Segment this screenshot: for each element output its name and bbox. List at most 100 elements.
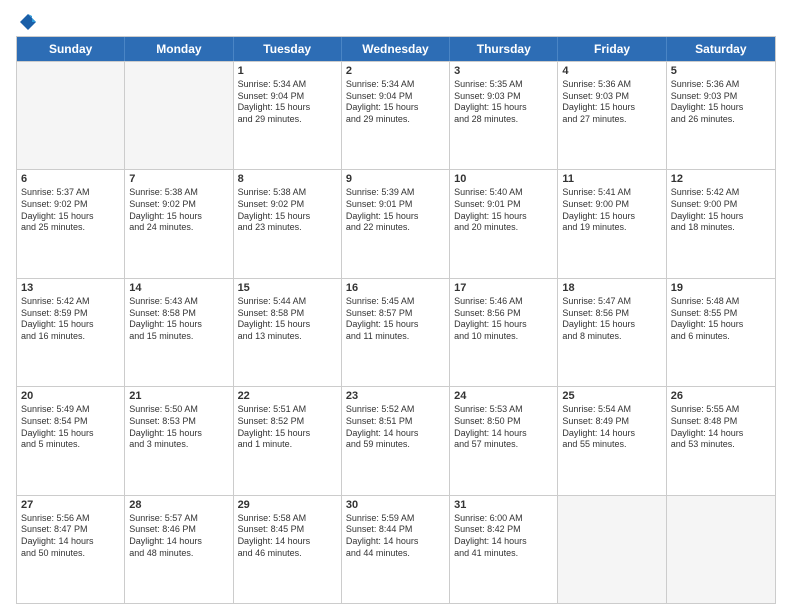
header-day: Tuesday xyxy=(234,37,342,61)
calendar-body: 1 Sunrise: 5:34 AM Sunset: 9:04 PM Daylig… xyxy=(17,61,775,603)
day-number: 15 xyxy=(238,282,337,294)
day-number: 8 xyxy=(238,173,337,185)
calendar-cell: 12Sunrise: 5:42 AM Sunset: 9:00 PM Dayli… xyxy=(667,170,775,277)
day-number: 29 xyxy=(238,499,337,511)
cell-info: Sunrise: 5:44 AM Sunset: 8:58 PM Dayligh… xyxy=(238,296,337,343)
calendar-cell: 22Sunrise: 5:51 AM Sunset: 8:52 PM Dayli… xyxy=(234,387,342,494)
calendar-cell: 14 Sunrise: 5:43 AM Sunset: 8:58 PM Dayli… xyxy=(125,279,233,386)
calendar-cell: 1 Sunrise: 5:34 AM Sunset: 9:04 PM Daylig… xyxy=(234,62,342,169)
day-number: 7 xyxy=(129,173,228,185)
cell-info: Sunrise: 5:57 AM Sunset: 8:46 PM Dayligh… xyxy=(129,513,228,560)
day-number: 31 xyxy=(454,499,553,511)
cell-info: Sunrise: 5:50 AM Sunset: 8:53 PM Dayligh… xyxy=(129,404,228,451)
day-number: 20 xyxy=(21,390,120,402)
day-number: 1 xyxy=(238,65,337,77)
day-number: 23 xyxy=(346,390,445,402)
cell-info: Sunrise: 5:34 AM Sunset: 9:04 PM Dayligh… xyxy=(346,79,445,126)
calendar-cell: 15 Sunrise: 5:44 AM Sunset: 8:58 PM Dayli… xyxy=(234,279,342,386)
calendar-cell: 9 Sunrise: 5:39 AM Sunset: 9:01 PM Daylig… xyxy=(342,170,450,277)
calendar-cell: 6 Sunrise: 5:37 AM Sunset: 9:02 PM Daylig… xyxy=(17,170,125,277)
calendar-cell: 31 Sunrise: 6:00 AM Sunset: 8:42 PM Dayli… xyxy=(450,496,558,603)
day-number: 6 xyxy=(21,173,120,185)
cell-info: Sunrise: 6:00 AM Sunset: 8:42 PM Dayligh… xyxy=(454,513,553,560)
day-number: 13 xyxy=(21,282,120,294)
calendar-cell: 28Sunrise: 5:57 AM Sunset: 8:46 PM Dayli… xyxy=(125,496,233,603)
cell-info: Sunrise: 5:35 AM Sunset: 9:03 PM Dayligh… xyxy=(454,79,553,126)
calendar-cell xyxy=(17,62,125,169)
cell-info: Sunrise: 5:58 AM Sunset: 8:45 PM Dayligh… xyxy=(238,513,337,560)
cell-info: Sunrise: 5:52 AM Sunset: 8:51 PM Dayligh… xyxy=(346,404,445,451)
header-day: Friday xyxy=(558,37,666,61)
day-number: 18 xyxy=(562,282,661,294)
logo-icon xyxy=(18,12,38,32)
day-number: 4 xyxy=(562,65,661,77)
day-number: 2 xyxy=(346,65,445,77)
cell-info: Sunrise: 5:42 AM Sunset: 9:00 PM Dayligh… xyxy=(671,187,771,234)
cell-info: Sunrise: 5:38 AM Sunset: 9:02 PM Dayligh… xyxy=(129,187,228,234)
calendar-cell: 3 Sunrise: 5:35 AM Sunset: 9:03 PM Daylig… xyxy=(450,62,558,169)
cell-info: Sunrise: 5:47 AM Sunset: 8:56 PM Dayligh… xyxy=(562,296,661,343)
calendar-cell: 4 Sunrise: 5:36 AM Sunset: 9:03 PM Daylig… xyxy=(558,62,666,169)
day-number: 25 xyxy=(562,390,661,402)
cell-info: Sunrise: 5:46 AM Sunset: 8:56 PM Dayligh… xyxy=(454,296,553,343)
day-number: 9 xyxy=(346,173,445,185)
calendar-cell: 8 Sunrise: 5:38 AM Sunset: 9:02 PM Daylig… xyxy=(234,170,342,277)
cell-info: Sunrise: 5:38 AM Sunset: 9:02 PM Dayligh… xyxy=(238,187,337,234)
cell-info: Sunrise: 5:55 AM Sunset: 8:48 PM Dayligh… xyxy=(671,404,771,451)
calendar-cell xyxy=(125,62,233,169)
cell-info: Sunrise: 5:53 AM Sunset: 8:50 PM Dayligh… xyxy=(454,404,553,451)
cell-info: Sunrise: 5:37 AM Sunset: 9:02 PM Dayligh… xyxy=(21,187,120,234)
calendar-cell: 2 Sunrise: 5:34 AM Sunset: 9:04 PM Daylig… xyxy=(342,62,450,169)
calendar-cell xyxy=(667,496,775,603)
cell-info: Sunrise: 5:41 AM Sunset: 9:00 PM Dayligh… xyxy=(562,187,661,234)
cell-info: Sunrise: 5:36 AM Sunset: 9:03 PM Dayligh… xyxy=(671,79,771,126)
calendar-cell: 26 Sunrise: 5:55 AM Sunset: 8:48 PM Dayli… xyxy=(667,387,775,494)
calendar-cell: 23 Sunrise: 5:52 AM Sunset: 8:51 PM Dayli… xyxy=(342,387,450,494)
day-number: 27 xyxy=(21,499,120,511)
cell-info: Sunrise: 5:48 AM Sunset: 8:55 PM Dayligh… xyxy=(671,296,771,343)
calendar-cell: 17Sunrise: 5:46 AM Sunset: 8:56 PM Dayli… xyxy=(450,279,558,386)
cell-info: Sunrise: 5:40 AM Sunset: 9:01 PM Dayligh… xyxy=(454,187,553,234)
calendar-cell: 20 Sunrise: 5:49 AM Sunset: 8:54 PM Dayli… xyxy=(17,387,125,494)
header-day: Thursday xyxy=(450,37,558,61)
day-number: 21 xyxy=(129,390,228,402)
day-number: 14 xyxy=(129,282,228,294)
calendar-cell xyxy=(558,496,666,603)
logo-text xyxy=(16,12,38,32)
page: SundayMondayTuesdayWednesdayThursdayFrid… xyxy=(0,0,792,612)
day-number: 11 xyxy=(562,173,661,185)
logo xyxy=(16,12,38,28)
header-day: Sunday xyxy=(17,37,125,61)
calendar-cell: 10 Sunrise: 5:40 AM Sunset: 9:01 PM Dayli… xyxy=(450,170,558,277)
calendar-row: 13 Sunrise: 5:42 AM Sunset: 8:59 PM Dayli… xyxy=(17,278,775,386)
cell-info: Sunrise: 5:49 AM Sunset: 8:54 PM Dayligh… xyxy=(21,404,120,451)
day-number: 19 xyxy=(671,282,771,294)
cell-info: Sunrise: 5:39 AM Sunset: 9:01 PM Dayligh… xyxy=(346,187,445,234)
day-number: 30 xyxy=(346,499,445,511)
header xyxy=(16,12,776,28)
cell-info: Sunrise: 5:51 AM Sunset: 8:52 PM Dayligh… xyxy=(238,404,337,451)
calendar-cell: 27Sunrise: 5:56 AM Sunset: 8:47 PM Dayli… xyxy=(17,496,125,603)
day-number: 3 xyxy=(454,65,553,77)
calendar-cell: 7 Sunrise: 5:38 AM Sunset: 9:02 PM Daylig… xyxy=(125,170,233,277)
calendar-cell: 11 Sunrise: 5:41 AM Sunset: 9:00 PM Dayli… xyxy=(558,170,666,277)
day-number: 10 xyxy=(454,173,553,185)
cell-info: Sunrise: 5:36 AM Sunset: 9:03 PM Dayligh… xyxy=(562,79,661,126)
calendar-row: 27Sunrise: 5:56 AM Sunset: 8:47 PM Dayli… xyxy=(17,495,775,603)
header-day: Saturday xyxy=(667,37,775,61)
header-day: Wednesday xyxy=(342,37,450,61)
calendar-row: 20 Sunrise: 5:49 AM Sunset: 8:54 PM Dayli… xyxy=(17,386,775,494)
cell-info: Sunrise: 5:42 AM Sunset: 8:59 PM Dayligh… xyxy=(21,296,120,343)
calendar-row: 1 Sunrise: 5:34 AM Sunset: 9:04 PM Daylig… xyxy=(17,61,775,169)
calendar: SundayMondayTuesdayWednesdayThursdayFrid… xyxy=(16,36,776,604)
cell-info: Sunrise: 5:43 AM Sunset: 8:58 PM Dayligh… xyxy=(129,296,228,343)
cell-info: Sunrise: 5:59 AM Sunset: 8:44 PM Dayligh… xyxy=(346,513,445,560)
day-number: 16 xyxy=(346,282,445,294)
cell-info: Sunrise: 5:34 AM Sunset: 9:04 PM Dayligh… xyxy=(238,79,337,126)
calendar-cell: 21 Sunrise: 5:50 AM Sunset: 8:53 PM Dayli… xyxy=(125,387,233,494)
header-day: Monday xyxy=(125,37,233,61)
day-number: 5 xyxy=(671,65,771,77)
calendar-cell: 29 Sunrise: 5:58 AM Sunset: 8:45 PM Dayli… xyxy=(234,496,342,603)
day-number: 26 xyxy=(671,390,771,402)
calendar-cell: 18 Sunrise: 5:47 AM Sunset: 8:56 PM Dayli… xyxy=(558,279,666,386)
